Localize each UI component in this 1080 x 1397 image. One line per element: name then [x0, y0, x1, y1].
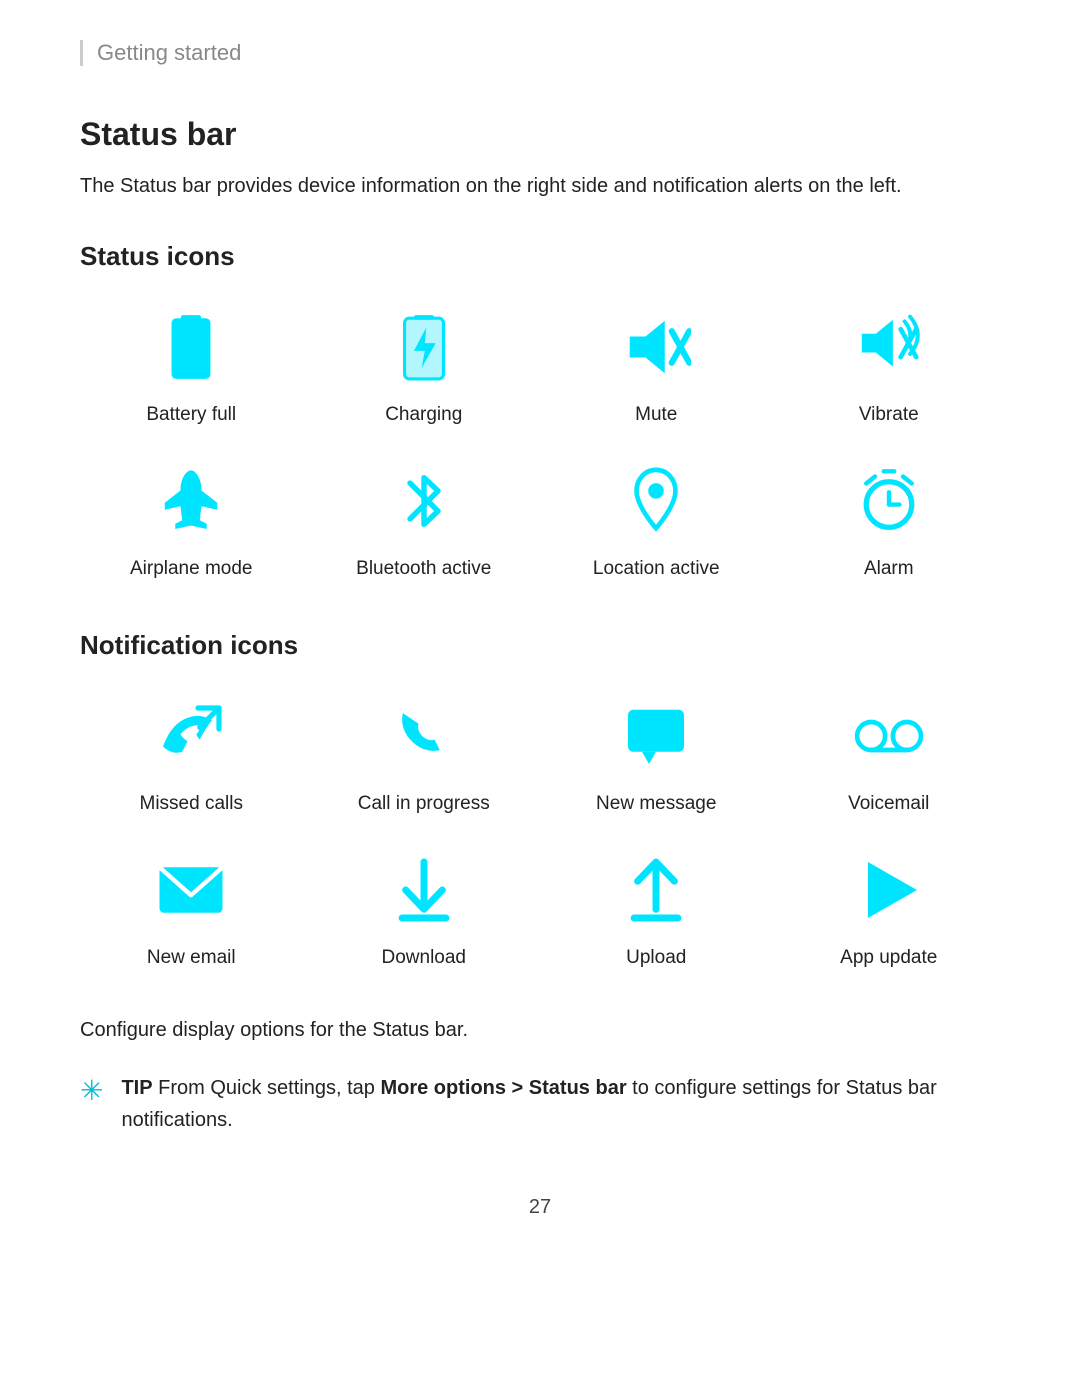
list-item: Airplane mode: [80, 456, 303, 580]
upload-icon: [611, 845, 701, 935]
status-icons-heading: Status icons: [80, 241, 1000, 272]
vibrate-icon: [844, 302, 934, 392]
list-item: Call in progress: [313, 691, 536, 815]
alarm-label: Alarm: [864, 558, 914, 580]
call-in-progress-icon: [379, 691, 469, 781]
voicemail-label: Voicemail: [848, 793, 929, 815]
notification-icons-heading: Notification icons: [80, 630, 1000, 661]
location-label: Location active: [593, 558, 720, 580]
location-icon: [611, 456, 701, 546]
missed-calls-label: Missed calls: [140, 793, 243, 815]
airplane-mode-icon: [146, 456, 236, 546]
list-item: Voicemail: [778, 691, 1001, 815]
page-number: 27: [80, 1196, 1000, 1219]
tip-bold: More options > Status bar: [380, 1077, 626, 1099]
missed-calls-icon: [146, 691, 236, 781]
list-item: Upload: [545, 845, 768, 969]
bluetooth-label: Bluetooth active: [356, 558, 491, 580]
list-item: Download: [313, 845, 536, 969]
download-icon: [379, 845, 469, 935]
tip-icon: ✳: [80, 1074, 103, 1107]
download-label: Download: [382, 947, 467, 969]
list-item: App update: [778, 845, 1001, 969]
tip-text: TIP From Quick settings, tap More option…: [121, 1072, 1000, 1136]
page-title: Status bar: [80, 116, 1000, 153]
list-item: Charging: [313, 302, 536, 426]
list-item: Alarm: [778, 456, 1001, 580]
app-update-label: App update: [840, 947, 937, 969]
new-message-icon: [611, 691, 701, 781]
breadcrumb: Getting started: [80, 40, 1000, 66]
alarm-icon: [844, 456, 934, 546]
list-item: Battery full: [80, 302, 303, 426]
configure-text: Configure display options for the Status…: [80, 1019, 1000, 1042]
battery-full-icon: [146, 302, 236, 392]
list-item: Location active: [545, 456, 768, 580]
list-item: Mute: [545, 302, 768, 426]
vibrate-label: Vibrate: [859, 404, 919, 426]
mute-label: Mute: [635, 404, 677, 426]
mute-icon: [611, 302, 701, 392]
new-email-icon: [146, 845, 236, 935]
upload-label: Upload: [626, 947, 686, 969]
new-message-label: New message: [596, 793, 716, 815]
charging-label: Charging: [385, 404, 462, 426]
list-item: New message: [545, 691, 768, 815]
list-item: New email: [80, 845, 303, 969]
list-item: Missed calls: [80, 691, 303, 815]
status-icons-grid: Battery full Charging Mute: [80, 302, 1000, 580]
voicemail-icon: [844, 691, 934, 781]
list-item: Vibrate: [778, 302, 1001, 426]
tip-label: TIP: [121, 1077, 152, 1099]
app-update-icon: [844, 845, 934, 935]
new-email-label: New email: [147, 947, 236, 969]
list-item: Bluetooth active: [313, 456, 536, 580]
battery-full-label: Battery full: [146, 404, 236, 426]
bluetooth-icon: [379, 456, 469, 546]
page-description: The Status bar provides device informati…: [80, 171, 950, 201]
charging-icon: [379, 302, 469, 392]
notification-icons-grid: Missed calls Call in progress New messag…: [80, 691, 1000, 969]
airplane-mode-label: Airplane mode: [130, 558, 253, 580]
call-in-progress-label: Call in progress: [358, 793, 490, 815]
tip-section: ✳ TIP From Quick settings, tap More opti…: [80, 1072, 1000, 1136]
